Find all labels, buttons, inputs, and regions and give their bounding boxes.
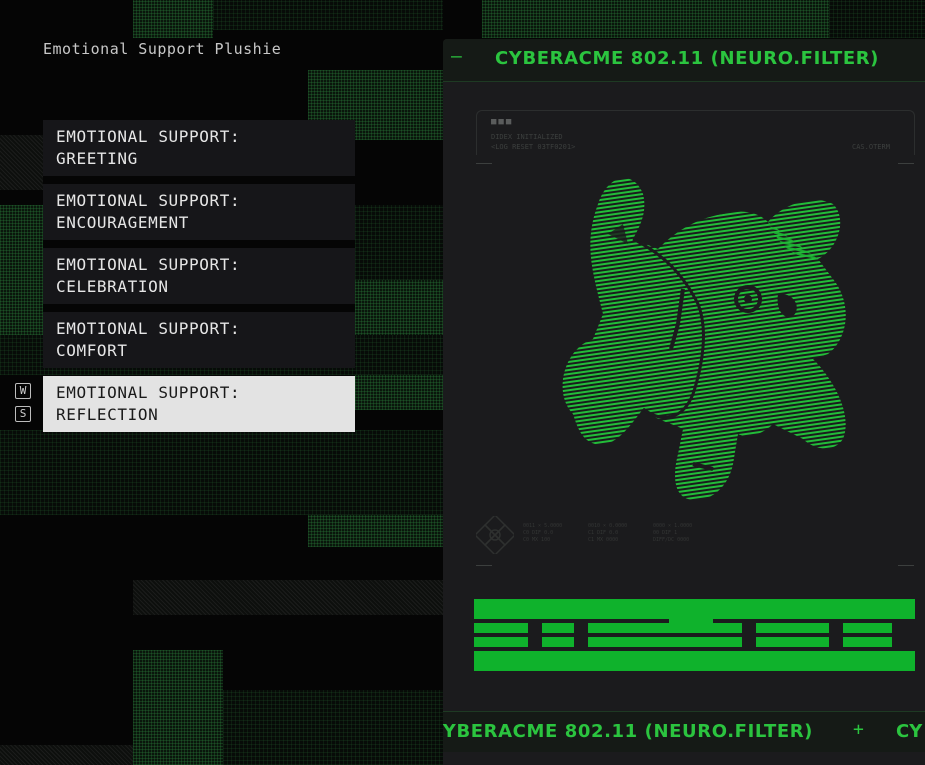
frame-tick — [476, 163, 492, 164]
menu-item-comfort[interactable]: EMOTIONAL SUPPORT: COMFORT — [43, 312, 355, 368]
bg-texture — [213, 0, 443, 30]
bg-texture — [133, 650, 223, 765]
dots-icon: ■■■ — [491, 117, 514, 127]
boot-line-2: <LOG RESET 03TF0201> — [491, 143, 576, 151]
menu-item-label: EMOTIONAL SUPPORT: — [56, 255, 241, 274]
menu-item-sublabel: GREETING — [56, 149, 138, 168]
bg-texture — [355, 205, 443, 280]
menu-item-encouragement[interactable]: EMOTIONAL SUPPORT: ENCOURAGEMENT — [43, 184, 355, 240]
panel-header: – CYBERACME 802.11 (NEURO.FILTER) — [443, 39, 925, 82]
barcode-segment — [669, 619, 713, 623]
bg-texture — [223, 690, 443, 765]
bg-texture — [829, 0, 925, 38]
device-panel: – CYBERACME 802.11 (NEURO.FILTER) ■■■ DI… — [443, 39, 925, 765]
bg-texture — [133, 0, 213, 38]
barcode-segment — [528, 619, 542, 651]
bg-texture — [0, 745, 133, 765]
menu-item-label: EMOTIONAL SUPPORT: — [56, 319, 241, 338]
menu-item-celebration[interactable]: EMOTIONAL SUPPORT: CELEBRATION — [43, 248, 355, 304]
menu-item-label: EMOTIONAL SUPPORT: — [56, 127, 241, 146]
minus-icon[interactable]: – — [451, 46, 462, 67]
bg-texture — [133, 580, 443, 615]
bg-texture — [0, 205, 43, 335]
menu-item-sublabel: COMFORT — [56, 341, 128, 360]
barcode-segment — [829, 619, 843, 651]
barcode-segment — [892, 623, 915, 647]
menu-item-greeting[interactable]: EMOTIONAL SUPPORT: GREETING — [43, 120, 355, 176]
boot-line-1: DIDEX INITIALIZED — [491, 133, 563, 141]
frame-tick — [898, 163, 914, 164]
ticker-bar: CYBERACME 802.11 (NEURO.FILTER) + CY — [443, 711, 925, 752]
menu-item-label: EMOTIONAL SUPPORT: — [56, 191, 241, 210]
stats-block: 0000 × 1.0000 00 DIF 1 DIFF/DC 0000 — [653, 523, 693, 543]
bg-texture — [355, 375, 443, 410]
bg-texture — [308, 515, 443, 547]
key-hint-w: W — [15, 383, 31, 399]
barcode-segment — [574, 623, 588, 647]
support-menu: EMOTIONAL SUPPORT: GREETING EMOTIONAL SU… — [43, 120, 355, 440]
emblem-icon — [476, 516, 514, 554]
page-title: Emotional Support Plushie — [43, 40, 282, 58]
menu-item-sublabel: CELEBRATION — [56, 277, 169, 296]
stats-block: 0011 × 5.0000 C0 DIF 0.0 C0 MX 100 — [523, 523, 563, 543]
stats-block: 0010 × 0.0000 C1 DIF 0.0 C1 MX 0000 — [588, 523, 628, 543]
ticker-text: CYBERACME 802.11 (NEURO.FILTER) — [443, 721, 814, 742]
key-hint-s: S — [15, 406, 31, 422]
barcode-segment — [742, 623, 756, 647]
frame-tick — [476, 565, 492, 566]
ticker-text-repeat: CY — [896, 721, 923, 742]
panel-header-title: CYBERACME 802.11 (NEURO.FILTER) — [495, 48, 880, 69]
menu-item-label: EMOTIONAL SUPPORT: — [56, 383, 241, 402]
plushie-wireframe — [562, 177, 846, 500]
bg-texture — [0, 430, 443, 515]
boot-right-label: CAS.OTERM — [852, 143, 890, 151]
bg-texture — [482, 0, 829, 38]
menu-item-reflection[interactable]: EMOTIONAL SUPPORT: REFLECTION — [43, 376, 355, 432]
menu-item-sublabel: REFLECTION — [56, 405, 159, 424]
bg-texture — [0, 135, 43, 190]
frame-tick — [898, 565, 914, 566]
bg-texture — [355, 280, 443, 340]
plus-icon[interactable]: + — [853, 719, 864, 740]
menu-item-sublabel: ENCOURAGEMENT — [56, 213, 190, 232]
signal-barcode — [474, 599, 915, 671]
